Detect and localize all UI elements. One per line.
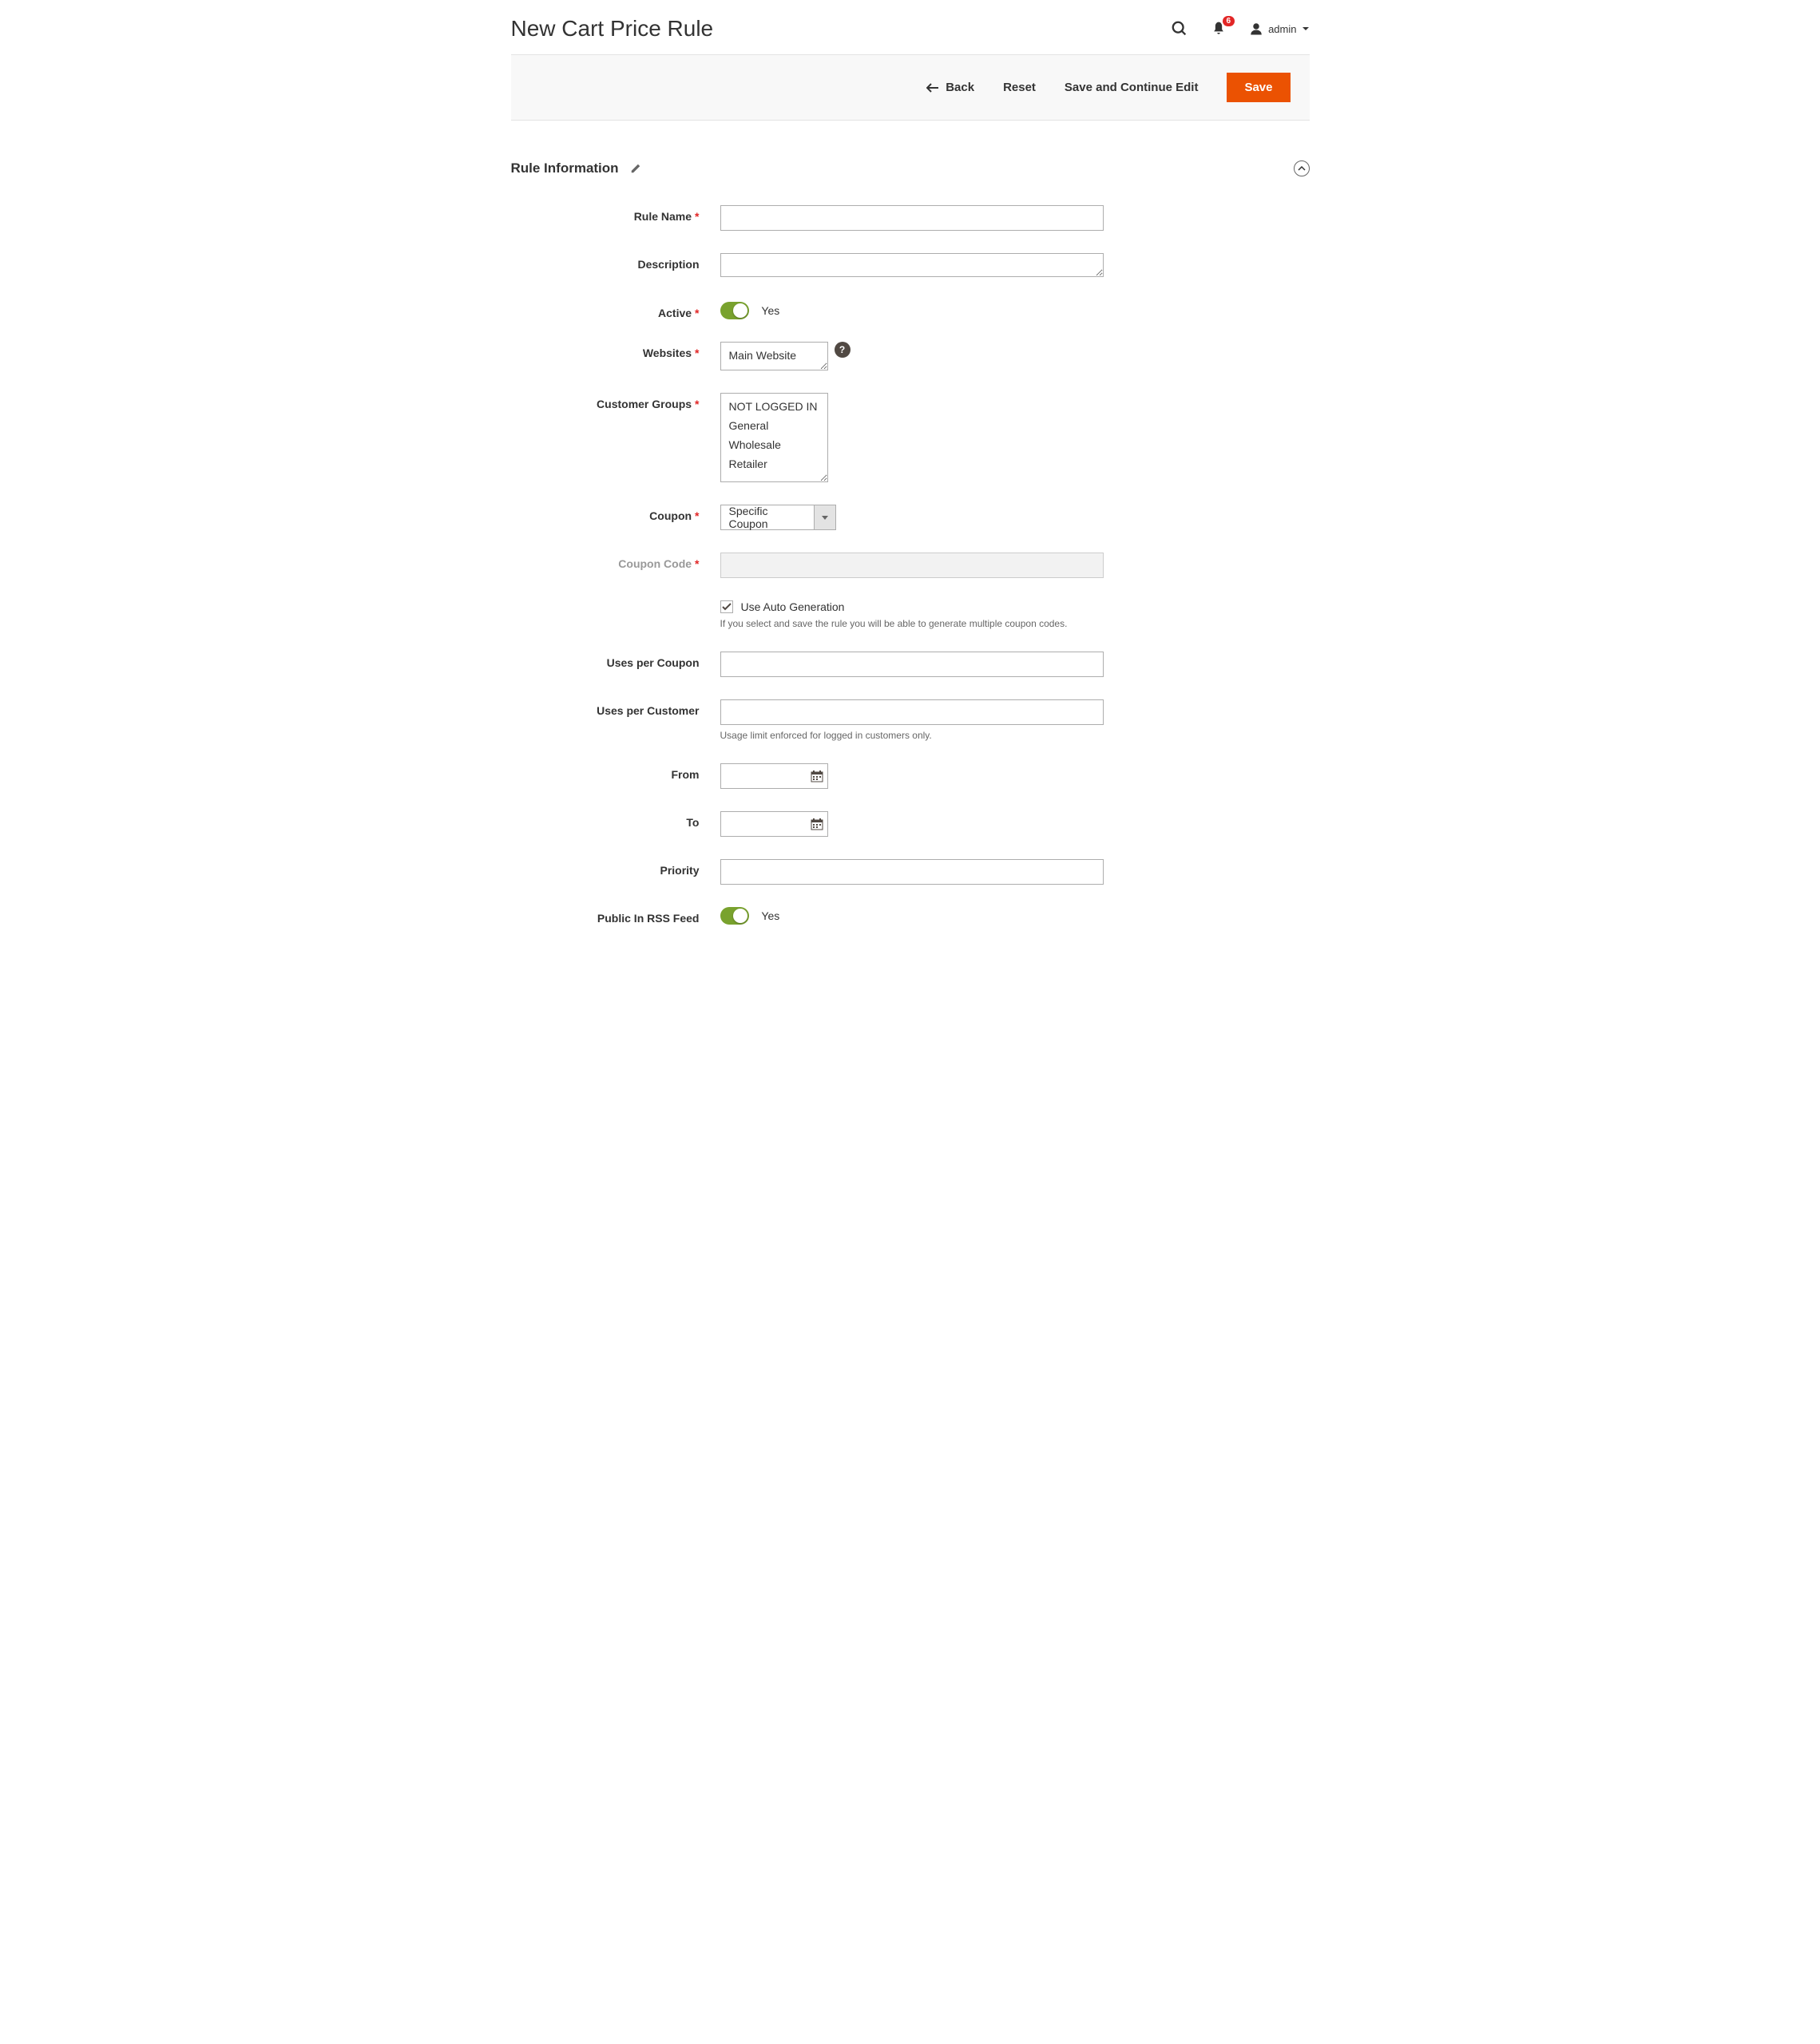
coupon-code-label: Coupon Code* xyxy=(511,553,720,570)
uses-per-coupon-input[interactable] xyxy=(720,652,1104,677)
public-rss-state: Yes xyxy=(761,909,779,922)
customer-group-option[interactable]: General xyxy=(721,416,827,435)
active-label: Active* xyxy=(511,302,720,319)
to-date-picker[interactable] xyxy=(811,818,823,830)
customer-group-option[interactable]: NOT LOGGED IN xyxy=(721,397,827,416)
reset-button[interactable]: Reset xyxy=(1003,81,1036,94)
public-rss-toggle[interactable] xyxy=(720,907,749,925)
customer-groups-label: Customer Groups* xyxy=(511,393,720,410)
public-rss-label: Public In RSS Feed xyxy=(511,907,720,925)
uses-per-customer-label: Uses per Customer xyxy=(511,699,720,717)
description-label: Description xyxy=(511,253,720,271)
rule-name-input[interactable] xyxy=(720,205,1104,231)
auto-generation-checkbox[interactable] xyxy=(720,600,733,613)
websites-label: Websites* xyxy=(511,342,720,359)
uses-per-coupon-label: Uses per Coupon xyxy=(511,652,720,669)
websites-select[interactable]: Main Website xyxy=(720,342,828,370)
website-option[interactable]: Main Website xyxy=(721,346,827,365)
back-button[interactable]: Back xyxy=(926,81,974,94)
description-input[interactable] xyxy=(720,253,1104,277)
calendar-icon xyxy=(811,770,823,782)
user-icon xyxy=(1249,22,1263,36)
customer-group-option[interactable]: Wholesale xyxy=(721,435,827,454)
coupon-selected: Specific Coupon xyxy=(720,505,815,530)
customer-group-option[interactable]: Retailer xyxy=(721,454,827,473)
auto-generation-hint: If you select and save the rule you will… xyxy=(720,618,1104,629)
notifications-button[interactable]: 6 xyxy=(1211,21,1227,37)
section-title: Rule Information xyxy=(511,160,619,176)
uses-per-customer-hint: Usage limit enforced for logged in custo… xyxy=(720,730,1104,741)
coupon-code-input xyxy=(720,553,1104,578)
check-icon xyxy=(722,603,732,611)
coupon-select[interactable]: Specific Coupon xyxy=(720,505,836,530)
priority-label: Priority xyxy=(511,859,720,877)
section-header[interactable]: Rule Information xyxy=(511,154,1310,183)
action-bar: Back Reset Save and Continue Edit Save xyxy=(511,54,1310,121)
page-title: New Cart Price Rule xyxy=(511,16,714,42)
save-button[interactable]: Save xyxy=(1227,73,1290,102)
coupon-label: Coupon* xyxy=(511,505,720,522)
edit-icon[interactable] xyxy=(630,163,641,174)
websites-help-icon[interactable]: ? xyxy=(835,342,851,358)
coupon-select-arrow[interactable] xyxy=(815,505,836,530)
user-menu[interactable]: admin xyxy=(1249,22,1309,36)
uses-per-customer-input[interactable] xyxy=(720,699,1104,725)
from-date-picker[interactable] xyxy=(811,770,823,782)
notifications-badge: 6 xyxy=(1223,16,1235,26)
chevron-up-icon xyxy=(1298,166,1306,171)
priority-input[interactable] xyxy=(720,859,1104,885)
collapse-toggle[interactable] xyxy=(1294,160,1310,176)
user-label: admin xyxy=(1268,23,1296,35)
search-icon xyxy=(1171,20,1188,38)
active-toggle[interactable] xyxy=(720,302,749,319)
chevron-down-icon xyxy=(822,516,828,520)
to-label: To xyxy=(511,811,720,829)
search-button[interactable] xyxy=(1171,20,1188,38)
rule-name-label: Rule Name* xyxy=(511,205,720,223)
chevron-down-icon xyxy=(1302,25,1310,33)
customer-groups-select[interactable]: NOT LOGGED IN General Wholesale Retailer xyxy=(720,393,828,482)
arrow-left-icon xyxy=(926,83,939,93)
from-label: From xyxy=(511,763,720,781)
active-state: Yes xyxy=(761,304,779,317)
calendar-icon xyxy=(811,818,823,830)
save-continue-button[interactable]: Save and Continue Edit xyxy=(1065,81,1199,94)
auto-generation-label: Use Auto Generation xyxy=(741,600,845,613)
page-header: New Cart Price Rule 6 admin xyxy=(511,10,1310,54)
